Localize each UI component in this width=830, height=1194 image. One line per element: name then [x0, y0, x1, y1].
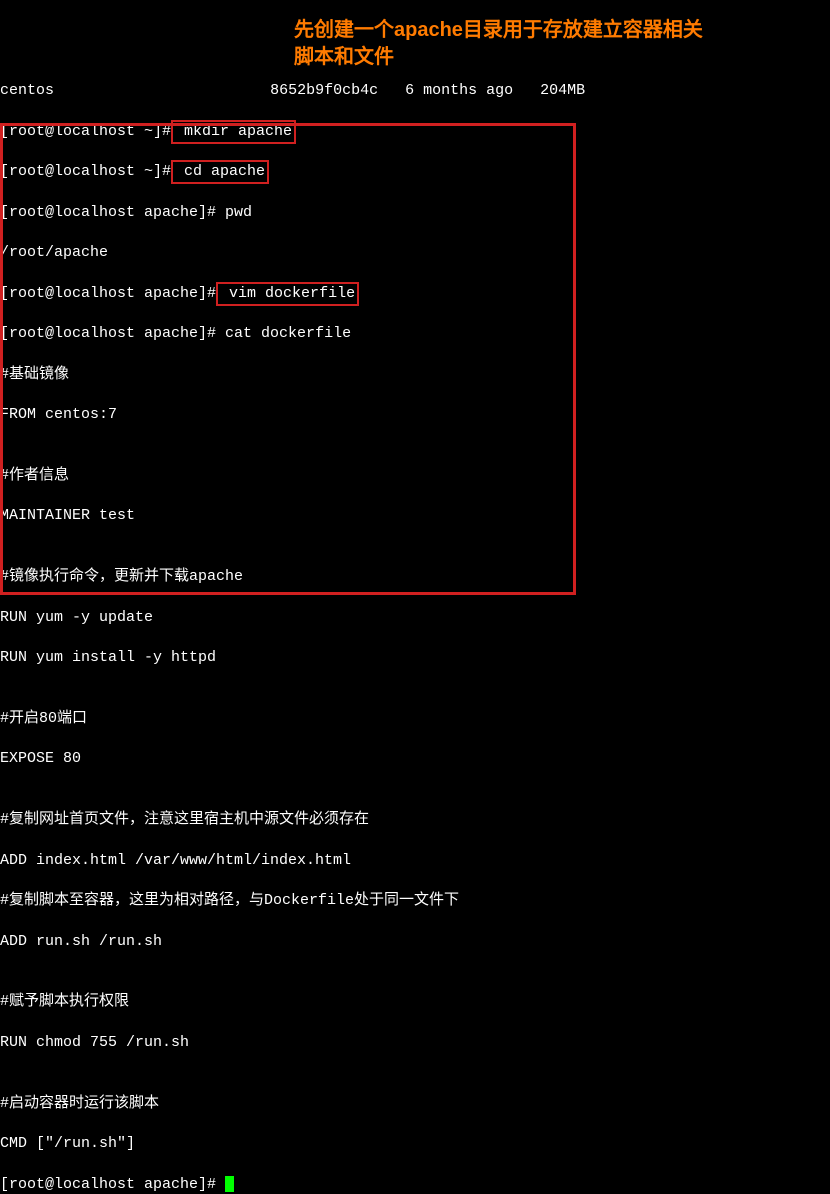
dockerfile-line: #复制脚本至容器，这里为相对路径，与Dockerfile处于同一文件下 [0, 891, 830, 911]
cat-line[interactable]: [root@localhost apache]# cat dockerfile [0, 324, 830, 344]
pwd-output: /root/apache [0, 243, 830, 263]
dockerfile-line: MAINTAINER test [0, 506, 830, 526]
vim-highlight: vim dockerfile [216, 282, 359, 306]
dockerfile-line: #启动容器时运行该脚本 [0, 1094, 830, 1114]
dockerfile-line: RUN chmod 755 /run.sh [0, 1033, 830, 1053]
dockerfile-line: #复制网址首页文件，注意这里宿主机中源文件必须存在 [0, 810, 830, 830]
dockerfile-line: FROM centos:7 [0, 405, 830, 425]
vim-line[interactable]: [root@localhost apache]# vim dockerfile [0, 284, 830, 304]
dockerfile-line: EXPOSE 80 [0, 749, 830, 769]
cat-cmd: cat dockerfile [216, 325, 351, 342]
image-size: 204MB [540, 82, 585, 99]
dockerfile-line: ADD run.sh /run.sh [0, 932, 830, 952]
image-created: 6 months ago [405, 82, 513, 99]
dockerfile-line: #赋予脚本执行权限 [0, 992, 830, 1012]
final-prompt-line[interactable]: [root@localhost apache]# [0, 1175, 830, 1194]
annotation-line1: 先创建一个apache目录用于存放建立容器相关 [294, 18, 703, 43]
prompt-apache: [root@localhost apache]# [0, 204, 216, 221]
dockerfile-line: RUN yum -y update [0, 608, 830, 628]
image-id: 8652b9f0cb4c [270, 82, 378, 99]
dockerfile-line: ADD index.html /var/www/html/index.html [0, 851, 830, 871]
mkdir-line[interactable]: [root@localhost ~]# mkdir apache [0, 122, 830, 142]
prompt-home: [root@localhost ~]# [0, 163, 171, 180]
dockerfile-line: #作者信息 [0, 466, 830, 486]
dockerfile-line: #开启80端口 [0, 709, 830, 729]
dockerfile-line: #镜像执行命令，更新并下载apache [0, 567, 830, 587]
prompt-apache: [root@localhost apache]# [0, 325, 216, 342]
prompt-home: [root@localhost ~]# [0, 123, 171, 140]
cursor-icon [225, 1176, 234, 1192]
cd-line[interactable]: [root@localhost ~]# cd apache [0, 162, 830, 182]
prompt-apache: [root@localhost apache]# [0, 285, 216, 302]
pwd-cmd: pwd [216, 204, 252, 221]
prompt-apache: [root@localhost apache]# [0, 1176, 216, 1193]
dockerfile-line: CMD ["/run.sh"] [0, 1134, 830, 1154]
mkdir-highlight: mkdir apache [171, 120, 296, 144]
image-name: centos [0, 82, 54, 99]
dockerfile-line: RUN yum install -y httpd [0, 648, 830, 668]
ls-output-row: centos 8652b9f0cb4c 6 months ago 204MB [0, 81, 830, 101]
pwd-line[interactable]: [root@localhost apache]# pwd [0, 203, 830, 223]
dockerfile-line: #基础镜像 [0, 365, 830, 385]
cd-highlight: cd apache [171, 160, 269, 184]
annotation-line2: 脚本和文件 [294, 45, 394, 70]
